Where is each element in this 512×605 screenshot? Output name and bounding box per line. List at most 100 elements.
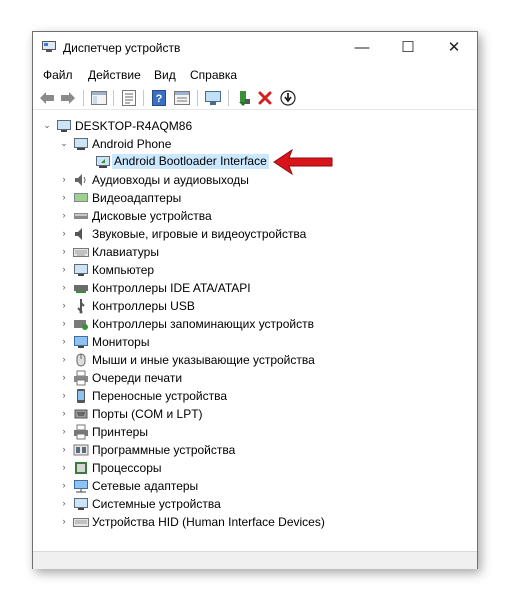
category-label: Переносные устройства [92,389,228,403]
console-tree-icon[interactable] [90,89,108,107]
expand-icon[interactable]: › [59,354,69,364]
expand-icon[interactable]: › [59,174,69,184]
toolbar-separator [228,90,229,106]
maximize-button[interactable]: ☐ [385,32,431,63]
expand-icon[interactable]: › [59,462,69,472]
category-label: Звуковые, игровые и видеоустройства [92,227,307,241]
category-label: Клавиатуры [92,245,159,259]
help-icon[interactable]: ? [150,89,168,107]
category-label: Системные устройства [92,497,221,511]
svg-text:?: ? [156,93,163,105]
portable-device-icon [77,389,85,403]
category-label: Сетевые адаптеры [92,479,199,493]
ide-controller-icon [74,285,88,293]
toolbar: ? [33,87,477,110]
tree-root-label: DESKTOP-R4AQM86 [75,119,193,133]
device-manager-app-icon [42,41,56,52]
monitor-icon [74,336,88,348]
expand-icon[interactable]: › [59,282,69,292]
close-button[interactable]: ✕ [431,32,477,63]
printer-icon [74,424,88,440]
collapse-icon[interactable]: ⌄ [59,138,69,148]
hid-device-icon [73,518,89,527]
expand-icon[interactable]: › [59,336,69,346]
expand-icon[interactable]: › [59,300,69,310]
toolbar-separator [113,90,114,106]
menu-view[interactable]: Вид [154,68,176,82]
speaker-icon [75,174,86,186]
mouse-icon [76,353,86,367]
expand-icon[interactable]: › [59,228,69,238]
title-bar[interactable]: Диспетчер устройств — ☐ ✕ [33,32,477,63]
expand-icon[interactable]: › [59,264,69,274]
software-device-icon [73,444,89,456]
category-label: Видеоадаптеры [92,191,182,205]
expand-icon[interactable]: › [59,480,69,490]
menu-file[interactable]: Файл [43,68,73,82]
back-icon[interactable] [38,89,56,107]
view-icon[interactable] [173,89,191,107]
window-title: Диспетчер устройств [63,41,181,55]
expand-icon[interactable]: › [59,318,69,328]
category-label: Устройства HID (Human Interface Devices) [92,515,325,529]
expand-icon[interactable]: › [59,192,69,202]
category-label: Контроллеры IDE ATA/ATAPI [92,281,251,295]
network-adapter-icon [74,480,88,493]
processor-icon [75,462,87,474]
toolbar-separator [143,90,144,106]
computer-icon [57,120,71,132]
keyboard-icon [73,248,89,257]
category-label: Аудиовходы и аудиовыходы [92,173,249,187]
system-device-icon [74,498,88,510]
status-bar [33,551,477,569]
category-label: Контроллеры USB [92,299,195,313]
category-label: Мониторы [92,335,150,349]
port-icon [74,409,88,419]
minimize-button[interactable]: — [339,32,385,63]
expand-icon[interactable]: › [59,516,69,526]
expand-icon[interactable]: › [59,390,69,400]
device-manager-window: Диспетчер устройств — ☐ ✕ Файл Действие … [32,31,478,569]
usb-controller-icon [77,299,85,314]
category-label: Программные устройства [92,443,236,457]
category-label: Очереди печати [92,371,183,385]
print-queue-icon [74,370,88,386]
download-driver-icon[interactable] [279,89,297,107]
category-label: Контроллеры запоминающих устройств [92,317,314,331]
computer-icon [74,264,88,276]
expand-icon[interactable]: › [59,246,69,256]
properties-icon[interactable] [120,89,138,107]
menu-help[interactable]: Справка [190,68,237,82]
category-label: Процессоры [92,461,162,475]
category-label: Принтеры [92,425,148,439]
android-bootloader-label: Android Bootloader Interface [112,154,269,169]
device-icon [96,156,110,168]
category-label: Компьютер [92,263,155,277]
sound-device-icon [75,228,82,240]
category-label: Порты (COM и LPT) [92,407,203,421]
uninstall-icon[interactable] [256,89,274,107]
update-driver-icon[interactable] [235,89,253,107]
android-phone-label: Android Phone [92,137,172,151]
monitor-scan-icon[interactable] [204,89,222,107]
category-label: Мыши и иные указывающие устройства [92,353,315,367]
menu-bar: Файл Действие Вид Справка [33,65,477,85]
toolbar-separator [197,90,198,106]
expand-icon[interactable]: › [59,426,69,436]
forward-icon[interactable] [59,89,77,107]
expand-icon[interactable]: › [59,498,69,508]
collapse-icon[interactable]: ⌄ [42,120,52,130]
red-pointer-arrow-icon [273,148,333,176]
display-adapter-icon [74,193,88,202]
device-tree: ⌄ DESKTOP-R4AQM86 ⌄ Android Phone Androi… [33,114,477,539]
toolbar-separator [83,90,84,106]
expand-icon[interactable]: › [59,372,69,382]
category-label: Дисковые устройства [92,209,212,223]
expand-icon[interactable]: › [59,210,69,220]
menu-action[interactable]: Действие [88,68,141,82]
disk-drive-icon [74,213,88,219]
android-phone-icon [74,138,88,150]
expand-icon[interactable]: › [59,408,69,418]
storage-controller-icon [74,320,88,330]
expand-icon[interactable]: › [59,444,69,454]
